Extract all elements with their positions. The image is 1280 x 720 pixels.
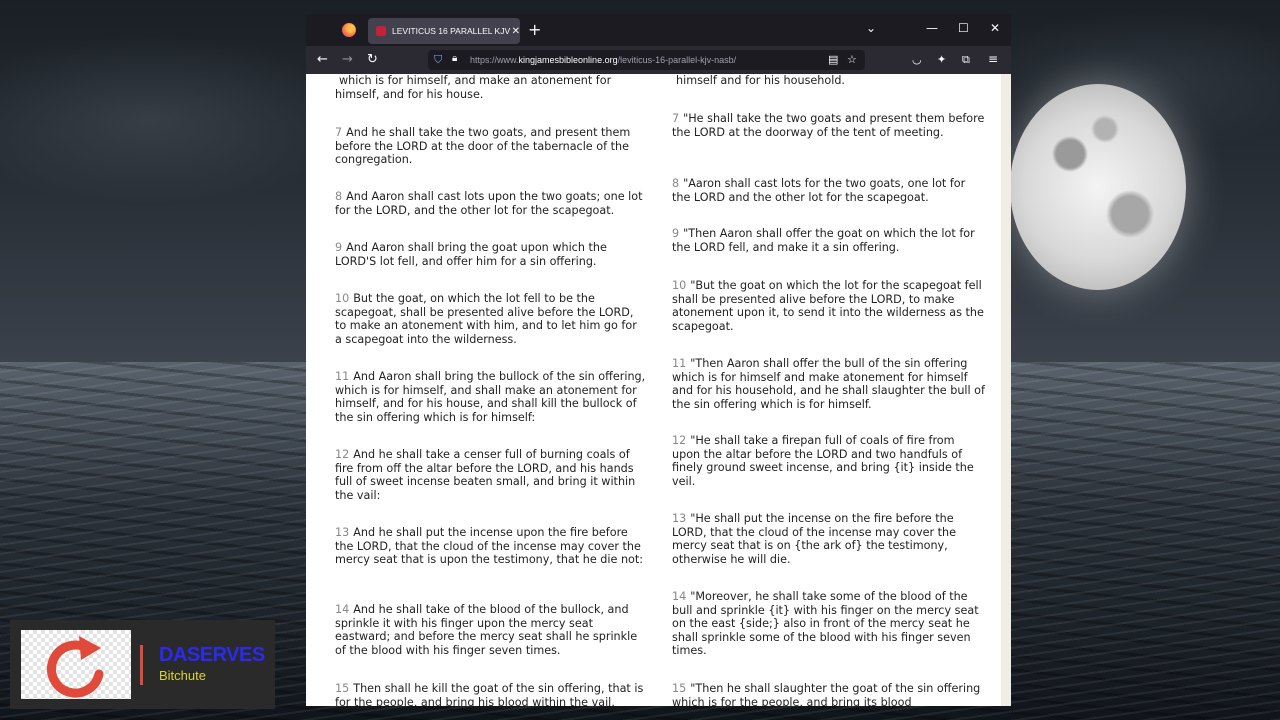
verse-text: "Then Aaron shall offer the goat on whic… (672, 227, 975, 254)
firefox-icon[interactable] (342, 23, 356, 37)
verse-number: 8 (335, 190, 343, 203)
verse-text: "But the goat on which the lot for the s… (672, 279, 984, 333)
channel-subtitle: Bitchute (159, 668, 206, 683)
tab-leviticus-16[interactable]: LEVITICUS 16 PARALLEL KJV AND NASB ✕ (368, 18, 520, 44)
browser-titlebar: LEVITICUS 16 PARALLEL KJV AND NASB ✕ + ⌄… (306, 14, 1011, 46)
kjv-verse: 15 Then shall he kill the goat of the sin… (335, 682, 647, 706)
verse-number: 11 (672, 357, 687, 370)
page-content: which is for himself, and make an atonem… (306, 74, 1011, 706)
kjv-verse: which is for himself, and make an atonem… (335, 74, 647, 101)
back-arrow-icon[interactable]: ← (317, 52, 328, 67)
site-favicon-icon (376, 26, 386, 36)
kjv-verse: 8 And Aaron shall cast lots upon the two … (335, 190, 647, 217)
verse-text: But the goat, on which the lot fell to b… (335, 292, 637, 346)
verse-number: 12 (672, 434, 687, 447)
kjv-verse: 12 And he shall take a censer full of bur… (335, 448, 647, 502)
tab-close-icon[interactable]: ✕ (512, 26, 520, 37)
nasb-verse: himself and for his household. (672, 74, 986, 88)
verse-text: And Aaron shall bring the goat upon whic… (335, 241, 607, 268)
verse-number: 8 (672, 177, 680, 190)
nasb-verse: 11 "Then Aaron shall offer the bull of th… (672, 357, 986, 411)
nasb-verse: 14 "Moreover, he shall take some of the b… (672, 590, 986, 658)
nasb-verse: 15 "Then he shall slaughter the goat of t… (672, 682, 986, 706)
navigation-toolbar: ← → ↻ ⛉ 🔒︎ https://www.kingjamesbibleonl… (306, 46, 1011, 74)
lock-icon[interactable]: 🔒︎ (452, 53, 457, 64)
verse-text: And he shall take the two goats, and pre… (335, 126, 631, 166)
verse-number: 12 (335, 448, 350, 461)
verse-text: "He shall take a firepan full of coals o… (672, 434, 974, 488)
extensions-puzzle-icon[interactable]: ⧉ (962, 53, 970, 67)
verse-text: "He shall take the two goats and present… (672, 112, 985, 139)
bookmark-star-icon[interactable]: ☆ (847, 53, 857, 66)
verse-number: 7 (335, 126, 343, 139)
tab-title: LEVITICUS 16 PARALLEL KJV AND NASB (392, 26, 510, 36)
kjv-verse: 11 And Aaron shall bring the bullock of t… (335, 370, 647, 424)
verse-number: 10 (672, 279, 687, 292)
kjv-verse: 10 But the goat, on which the lot fell to… (335, 292, 647, 346)
verse-text: And Aaron shall bring the bullock of the… (335, 370, 646, 424)
browser-window: LEVITICUS 16 PARALLEL KJV AND NASB ✕ + ⌄… (306, 14, 1011, 706)
nasb-verse: 9 "Then Aaron shall offer the goat on whi… (672, 227, 986, 254)
verse-number: 11 (335, 370, 350, 383)
verse-text: "He shall put the incense on the fire be… (672, 512, 956, 566)
page-scrollbar[interactable] (1001, 74, 1011, 706)
verse-number: 10 (335, 292, 350, 305)
verse-number: 15 (335, 682, 350, 695)
url-domain: kingjamesbibleonline.org (518, 55, 618, 65)
verse-number: 7 (672, 112, 680, 125)
verse-text: And he shall put the incense upon the fi… (335, 526, 644, 566)
full-moon (1010, 84, 1186, 290)
new-tab-icon[interactable]: + (528, 20, 541, 39)
verse-number: 9 (335, 241, 343, 254)
reader-view-icon[interactable]: ▤ (828, 53, 838, 66)
nasb-verse: 7 "He shall take the two goats and presen… (672, 112, 986, 139)
verse-number: 14 (335, 603, 350, 616)
menu-hamburger-icon[interactable]: ≡ (988, 52, 998, 66)
url-text[interactable]: https://www.kingjamesbibleonline.org/lev… (470, 55, 736, 65)
verse-number: 15 (672, 682, 687, 695)
nasb-verse: 13 "He shall put the incense on the fire … (672, 512, 986, 566)
verse-number: 13 (672, 512, 687, 525)
channel-logo (21, 630, 131, 699)
overlay-divider (140, 645, 143, 685)
verse-text: "Aaron shall cast lots for the two goats… (672, 177, 966, 204)
verse-text: And he shall take a censer full of burni… (335, 448, 636, 502)
channel-name: DASERVES (159, 644, 265, 666)
verse-text: Then shall he kill the goat of the sin o… (335, 682, 644, 706)
kjv-verse: 14 And he shall take of the blood of the … (335, 603, 647, 657)
verse-text: which is for himself, and make an atonem… (335, 74, 612, 101)
verse-text: "Then Aaron shall offer the bull of the … (672, 357, 985, 411)
list-all-tabs-chevron-icon[interactable]: ⌄ (866, 21, 876, 35)
verse-number: 13 (335, 526, 350, 539)
forward-arrow-icon[interactable]: → (342, 52, 353, 67)
url-path: /leviticus-16-parallel-kjv-nasb/ (617, 55, 737, 65)
kjv-verse: 13 And he shall put the incense upon the … (335, 526, 647, 567)
verse-text: "Then he shall slaughter the goat of the… (672, 682, 981, 706)
verse-number: 9 (672, 227, 680, 240)
verse-text: himself and for his household. (676, 74, 845, 87)
verse-text: And Aaron shall cast lots upon the two g… (335, 190, 643, 217)
reload-icon[interactable]: ↻ (367, 52, 378, 67)
nasb-verse: 8 "Aaron shall cast lots for the two goat… (672, 177, 986, 204)
verse-text: "Moreover, he shall take some of the blo… (672, 590, 979, 657)
verse-text: And he shall take of the blood of the bu… (335, 603, 638, 657)
tracking-protection-shield-icon[interactable]: ⛉ (434, 53, 442, 67)
channel-overlay: DASERVES Bitchute (10, 620, 275, 709)
nasb-verse: 12 "He shall take a firepan full of coals… (672, 434, 986, 488)
maximize-icon[interactable]: ☐ (958, 21, 969, 35)
extension-icon[interactable]: ✦ (937, 53, 946, 66)
verse-number: 14 (672, 590, 687, 603)
nasb-verse: 10 "But the goat on which the lot for the… (672, 279, 986, 333)
refresh-arrow-logo-icon (47, 636, 104, 698)
kjv-verse: 7 And he shall take the two goats, and pr… (335, 126, 647, 167)
minimize-icon[interactable]: — (926, 21, 938, 35)
pocket-icon[interactable]: ◡ (912, 53, 922, 66)
close-window-icon[interactable]: ✕ (990, 21, 1000, 35)
url-prefix: https://www. (470, 55, 519, 65)
url-bar[interactable]: ⛉ 🔒︎ https://www.kingjamesbibleonline.or… (428, 50, 865, 70)
kjv-verse: 9 And Aaron shall bring the goat upon whi… (335, 241, 647, 268)
